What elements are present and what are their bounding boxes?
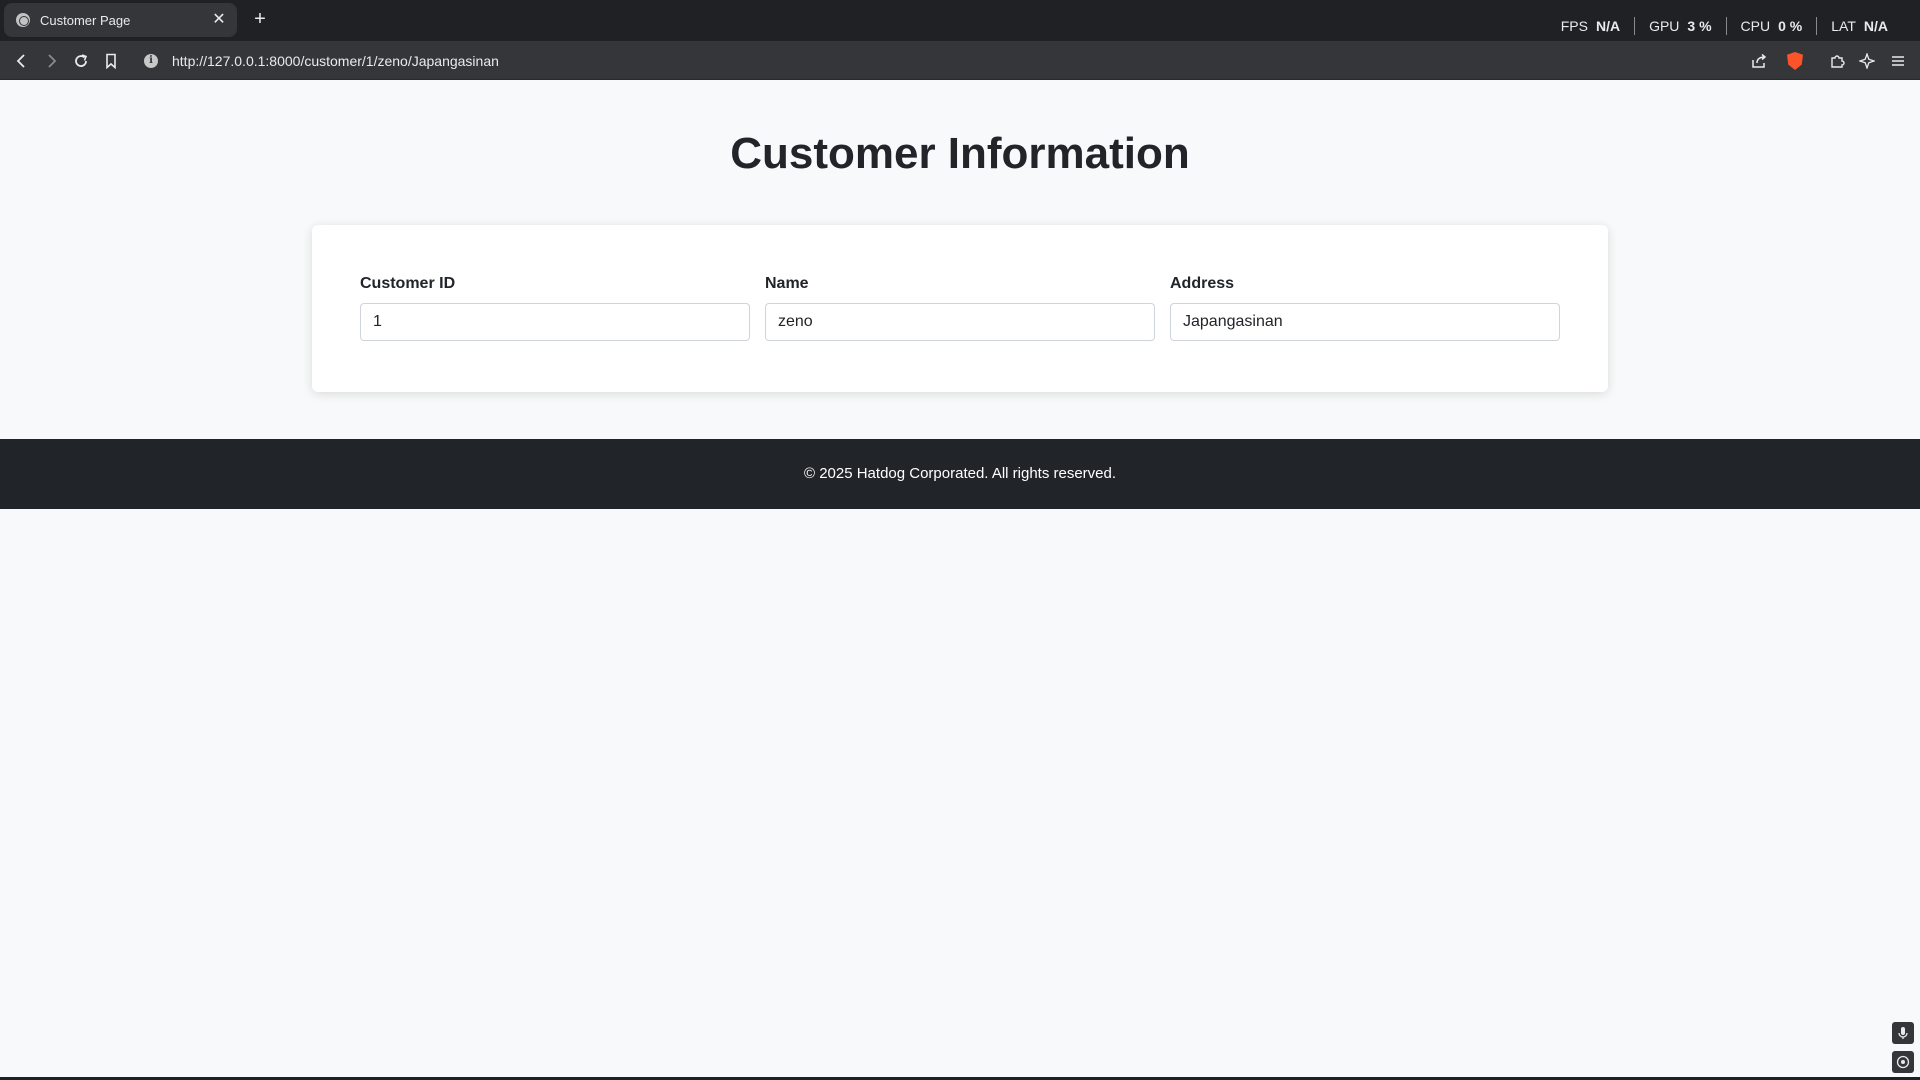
perf-fps: FPS N/A [1561,17,1634,35]
globe-icon [16,13,30,27]
customer-card: Customer ID 1 Name zeno Address Japangas… [312,225,1608,392]
footer: © 2025 Hatdog Corporated. All rights res… [0,439,1920,509]
name-field: Name zeno [765,275,1155,341]
bookmark-icon[interactable] [99,49,123,73]
perf-value: 0 % [1778,18,1803,34]
name-label: Name [765,275,809,292]
tab-title: Customer Page [40,12,131,28]
page-content: Customer Information Customer ID 1 Name … [0,81,1920,1080]
perf-label: GPU [1649,18,1680,34]
target-icon[interactable] [1892,1051,1914,1073]
address-bar[interactable]: i http://127.0.0.1:8000/customer/1/zeno/… [134,46,1744,75]
perf-lat: LAT N/A [1816,17,1902,35]
url-text[interactable]: http://127.0.0.1:8000/customer/1/zeno/Ja… [172,53,499,69]
name-input[interactable]: zeno [765,303,1155,341]
customer-id-input[interactable]: 1 [360,303,750,341]
forward-icon[interactable] [39,49,63,73]
extensions-icon[interactable] [1825,49,1849,73]
address-input[interactable]: Japangasinan [1170,303,1560,341]
tab-strip: Customer Page ✕ + FPS N/A GPU 3 % CPU 0 … [0,0,1920,41]
new-tab-button[interactable]: + [249,8,271,30]
address-field: Address Japangasinan [1170,275,1560,341]
perf-cpu: CPU 0 % [1725,17,1817,35]
browser-toolbar: i http://127.0.0.1:8000/customer/1/zeno/… [0,41,1920,80]
perf-label: LAT [1831,18,1856,34]
page-title: Customer Information [730,129,1190,178]
share-icon[interactable] [1747,49,1771,73]
menu-icon[interactable] [1886,49,1910,73]
reload-icon[interactable] [69,49,93,73]
perf-label: FPS [1560,18,1588,34]
browser-tab[interactable]: Customer Page ✕ [4,3,237,37]
perf-value: N/A [1595,18,1621,34]
microphone-icon[interactable] [1892,1022,1914,1044]
footer-text: © 2025 Hatdog Corporated. All rights res… [803,465,1117,482]
perf-gpu: GPU 3 % [1634,17,1725,35]
customer-id-field: Customer ID 1 [360,275,750,341]
customer-id-label: Customer ID [360,275,456,292]
site-info-icon[interactable]: i [144,53,158,68]
tab-close-button[interactable]: ✕ [211,12,227,28]
back-icon[interactable] [10,49,34,73]
address-label: Address [1170,275,1235,292]
perf-value: N/A [1863,18,1888,34]
perf-value: 3 % [1687,18,1712,34]
brave-shield-icon[interactable] [1783,49,1807,73]
ai-sparkle-icon[interactable] [1855,49,1879,73]
performance-overlay: FPS N/A GPU 3 % CPU 0 % LAT N/A [1561,17,1902,35]
perf-label: CPU [1740,18,1771,34]
